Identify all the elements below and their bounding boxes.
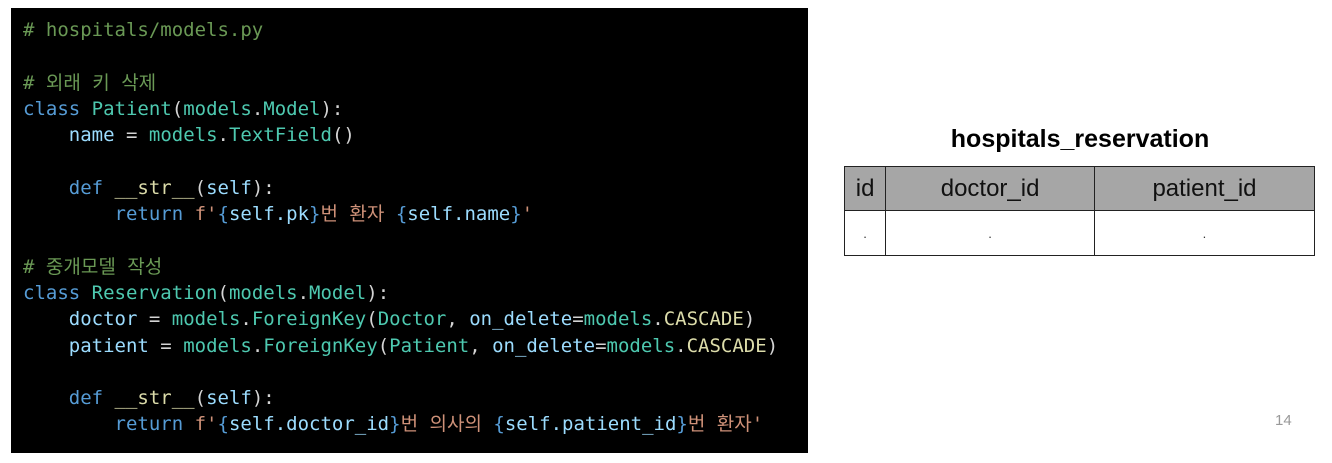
column-header-id: id	[843, 166, 887, 211]
code-line-4: class Patient(models.Model):	[23, 97, 344, 120]
def-keyword: def	[68, 176, 104, 199]
fk-ref-patient: Patient	[389, 334, 470, 357]
code-block: # hospitals/models.py # 외래 키 삭제 class Pa…	[11, 8, 808, 453]
on-delete-kw: on_delete	[492, 334, 596, 357]
fstring-prefix: f'	[194, 413, 218, 436]
fk-module: models	[171, 308, 241, 331]
on-delete-kw: on_delete	[469, 308, 573, 331]
self-param: self	[206, 176, 252, 199]
code-line-7: def __str__(self):	[68, 176, 275, 199]
column-header-doctor-id: doctor_id	[885, 166, 1095, 211]
class-name-patient: Patient	[91, 97, 172, 120]
code-line-1: # hospitals/models.py	[23, 17, 808, 43]
table-title: hospitals_reservation	[950, 125, 1210, 153]
code-line-8: return f'{self.pk}번 환자 {self.name}'	[114, 203, 534, 226]
self-param: self	[206, 387, 252, 410]
cascade-module: models	[583, 308, 653, 331]
method-name: __str__	[114, 176, 195, 199]
reservation-table: id doctor_id patient_id . . .	[843, 166, 1316, 256]
comment-intermediate: # 중개모델 작성	[23, 255, 163, 278]
code-line-11: class Reservation(models.Model):	[23, 281, 390, 304]
class-name-reservation: Reservation	[91, 281, 218, 304]
fstring-expr: self.pk	[228, 203, 310, 226]
fstring-expr: self.name	[407, 203, 511, 226]
fstring-quote: '	[751, 413, 764, 436]
table-header-row: id doctor_id patient_id	[843, 166, 1316, 211]
return-keyword: return	[114, 203, 184, 226]
cascade-const: CASCADE	[663, 308, 744, 331]
return-keyword: return	[114, 413, 184, 436]
def-keyword: def	[68, 387, 104, 410]
class-keyword: class	[23, 281, 81, 304]
cascade-module: models	[606, 334, 676, 357]
fstring-expr: self.doctor_id	[228, 413, 390, 436]
field-type: TextField	[228, 124, 332, 147]
code-line-16: return f'{self.doctor_id}번 의사의 {self.pat…	[114, 413, 764, 436]
base-module: models	[183, 97, 252, 120]
fk-module: models	[183, 334, 252, 357]
fstring-text: 번 의사의	[400, 413, 494, 436]
code-line-5: name = models.TextField()	[68, 124, 355, 147]
fk-ref-doctor: Doctor	[377, 308, 447, 331]
fstring-prefix: f'	[194, 203, 218, 226]
comment-delete: # 외래 키 삭제	[23, 71, 157, 94]
table-row: . . .	[843, 210, 1316, 256]
field-module: models	[148, 124, 218, 147]
field-name: name	[68, 124, 115, 147]
code-line-10: # 중개모델 작성	[23, 254, 808, 280]
fstring-text: 번 환자	[687, 413, 752, 436]
page-number: 14	[1275, 412, 1292, 429]
code-line-12: doctor = models.ForeignKey(Doctor, on_de…	[68, 308, 756, 331]
table-cell: .	[1093, 210, 1316, 256]
table-cell: .	[843, 210, 887, 256]
table-cell: .	[885, 210, 1095, 256]
base-class: Model	[309, 281, 367, 304]
code-line-3: # 외래 키 삭제	[23, 70, 808, 96]
file-comment: # hospitals/models.py	[23, 19, 264, 41]
column-header-patient-id: patient_id	[1093, 166, 1316, 211]
code-line-13: patient = models.ForeignKey(Patient, on_…	[68, 334, 779, 357]
class-keyword: class	[23, 97, 81, 120]
fk-type: ForeignKey	[251, 308, 367, 331]
fstring-expr: self.patient_id	[504, 413, 677, 436]
method-name: __str__	[114, 387, 195, 410]
base-class: Model	[263, 97, 321, 120]
fk-type: ForeignKey	[263, 334, 378, 357]
fstring-text: 번 환자	[320, 203, 396, 226]
field-patient: patient	[68, 334, 149, 357]
code-line-15: def __str__(self):	[68, 387, 275, 410]
cascade-const: CASCADE	[686, 334, 767, 357]
field-doctor: doctor	[68, 308, 138, 331]
fstring-quote: '	[521, 203, 534, 226]
base-module: models	[228, 281, 298, 304]
